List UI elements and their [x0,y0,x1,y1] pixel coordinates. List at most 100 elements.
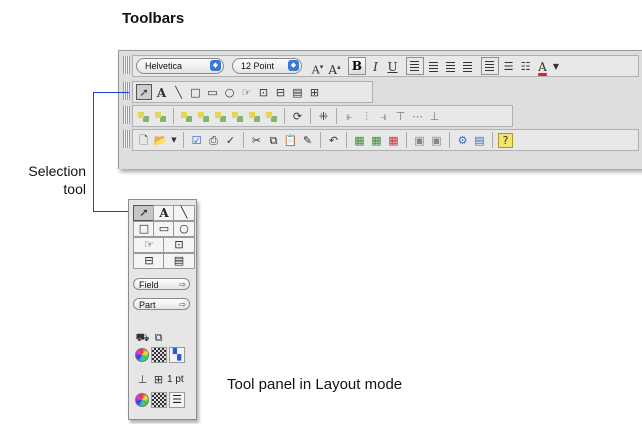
spelling-icon[interactable]: ✓ [223,133,238,148]
field-dropdown-value: Field [139,280,159,290]
selection-tool-icon[interactable]: ➚ [136,84,152,100]
undo-icon[interactable]: ↶ [326,133,341,148]
button-tool-icon[interactable]: ☞ [239,85,254,100]
align-right-edges-icon[interactable]: ⫣ [376,109,391,124]
line-spacing-button[interactable] [481,57,499,75]
fill-pattern-icon[interactable] [151,347,167,363]
part-dropdown[interactable]: Part ⇨ [133,298,190,310]
help-icon[interactable]: ? [498,132,513,148]
line-tool-icon[interactable]: ╲ [171,85,186,100]
toolbar-grip[interactable] [123,56,130,74]
toolbars-window: Helvetica ◆ 12 Point ◆ A▾ A▴ B I U ☰ ☷ A… [118,50,642,169]
rectangle-tool-icon[interactable]: □ [133,221,155,237]
align-top-edges-icon[interactable]: ⊤ [393,109,408,124]
effects-icon[interactable]: ⧉ [151,330,166,345]
font-select[interactable]: Helvetica ◆ [136,58,224,74]
toolbar-grip[interactable] [123,130,130,148]
portal-tool-icon[interactable]: ⊟ [133,253,165,269]
text-formatting-toolbar: Helvetica ◆ 12 Point ◆ A▾ A▴ B I U ☰ ☷ A… [123,55,639,77]
bring-to-front-icon[interactable] [213,108,228,124]
chevron-down-icon[interactable]: ▼ [170,133,178,148]
selection-tool-icon[interactable]: ➚ [133,205,155,221]
rounded-rectangle-tool-icon[interactable]: ▭ [205,85,220,100]
effects-shadow-icon[interactable]: ▚ [169,347,185,363]
distribute-icon[interactable]: ⋯ [410,109,425,124]
chevron-right-icon: ⇨ [179,300,186,309]
toolbar-grip[interactable] [123,106,130,124]
justify-button[interactable] [460,58,475,74]
bulleted-list-icon[interactable]: ☰ [501,59,516,74]
oval-tool-icon[interactable]: ○ [173,221,195,237]
line-pattern-icon[interactable] [151,392,167,408]
paste-icon[interactable]: 📋 [283,133,298,148]
rounded-rectangle-tool-icon[interactable]: ▭ [153,221,175,237]
send-to-back-icon[interactable] [264,108,279,124]
italic-label: I [373,59,378,74]
align-right-button[interactable] [443,58,458,74]
copy-icon[interactable]: ⧉ [266,133,281,148]
fill-color-icon[interactable] [135,348,149,362]
tab-control-tool-icon[interactable]: ⊡ [163,237,195,253]
unlock-icon[interactable] [196,108,211,124]
arrange-toolbar: ⟳ ⁜ ⫦ ⫶ ⫣ ⊤ ⋯ ⊥ [123,105,513,127]
underline-label: U [387,59,398,74]
open-icon[interactable]: 📂 [153,133,168,148]
increase-size-label: A [328,62,338,77]
duplicate-record-icon[interactable]: ▦ [369,133,384,148]
checkbox-icon[interactable]: ☑ [189,133,204,148]
button-tool-icon[interactable]: ☞ [133,237,165,253]
delete-record-icon[interactable]: ▦ [386,133,401,148]
lock-icon[interactable] [179,108,194,124]
numbered-list-icon[interactable]: ☷ [518,59,533,74]
align-center-button[interactable] [426,58,441,74]
line-color-icon[interactable] [135,393,149,407]
underline-button[interactable]: U [385,59,400,74]
separator [449,132,450,148]
format-painter-icon[interactable]: ✎ [300,133,315,148]
find-icon[interactable]: ▣ [412,133,427,148]
bold-button[interactable]: B [348,57,366,75]
align-centers-icon[interactable]: ⫶ [359,109,374,124]
bold-label: B [351,59,363,73]
text-tool-button[interactable]: A [153,205,175,221]
align-bottom-edges-icon[interactable]: ⊥ [427,109,442,124]
italic-button[interactable]: I [368,59,383,74]
print-icon[interactable]: ⎙ [206,133,221,148]
chevron-down-icon[interactable]: ▼ [552,59,560,74]
font-select-value: Helvetica [145,61,183,71]
fill-bucket-icon: ⛟ [135,331,150,344]
text-tool-button[interactable]: A [154,85,169,100]
align-left-edges-icon[interactable]: ⫦ [342,109,357,124]
part-tool-icon[interactable]: ⊞ [307,85,322,100]
line-tool-icon[interactable]: ╲ [173,205,195,221]
tab-control-tool-icon[interactable]: ⊡ [256,85,271,100]
font-size-select[interactable]: 12 Point ◆ [232,58,302,74]
rectangle-tool-icon[interactable]: □ [188,85,203,100]
new-record-icon[interactable]: ▦ [352,133,367,148]
rotate-icon[interactable]: ⟳ [290,109,305,124]
align-left-button[interactable] [406,57,424,75]
text-color-button[interactable]: A [535,59,550,74]
separator [406,132,407,148]
sort-icon[interactable]: ▣ [429,133,444,148]
decrease-font-size-button[interactable]: A▾ [310,59,325,77]
cut-icon[interactable]: ✂ [249,133,264,148]
oval-tool-icon[interactable]: ○ [222,85,237,100]
tools-toolbar: ➚ A ╲ □ ▭ ○ ☞ ⊡ ⊟ ▤ ⊞ [123,81,373,103]
line-style-icon[interactable]: ☰ [169,392,185,408]
new-document-icon[interactable]: 🗋 [136,133,151,148]
toolbar-grip[interactable] [123,82,130,100]
ungroup-icon[interactable] [153,108,168,124]
layout-setup-icon[interactable]: ▤ [472,133,487,148]
define-database-icon[interactable]: ⚙ [455,133,470,148]
line-width-icon[interactable]: ⊞ [151,372,166,387]
bring-forward-icon[interactable] [230,108,245,124]
align-objects-icon[interactable]: ⁜ [316,109,331,124]
increase-font-size-button[interactable]: A▴ [327,59,342,77]
field-dropdown[interactable]: Field ⇨ [133,278,190,290]
portal-tool-icon[interactable]: ⊟ [273,85,288,100]
send-backward-icon[interactable] [247,108,262,124]
field-tool-icon[interactable]: ▤ [290,85,305,100]
field-tool-icon[interactable]: ▤ [163,253,195,269]
group-icon[interactable] [136,108,151,124]
